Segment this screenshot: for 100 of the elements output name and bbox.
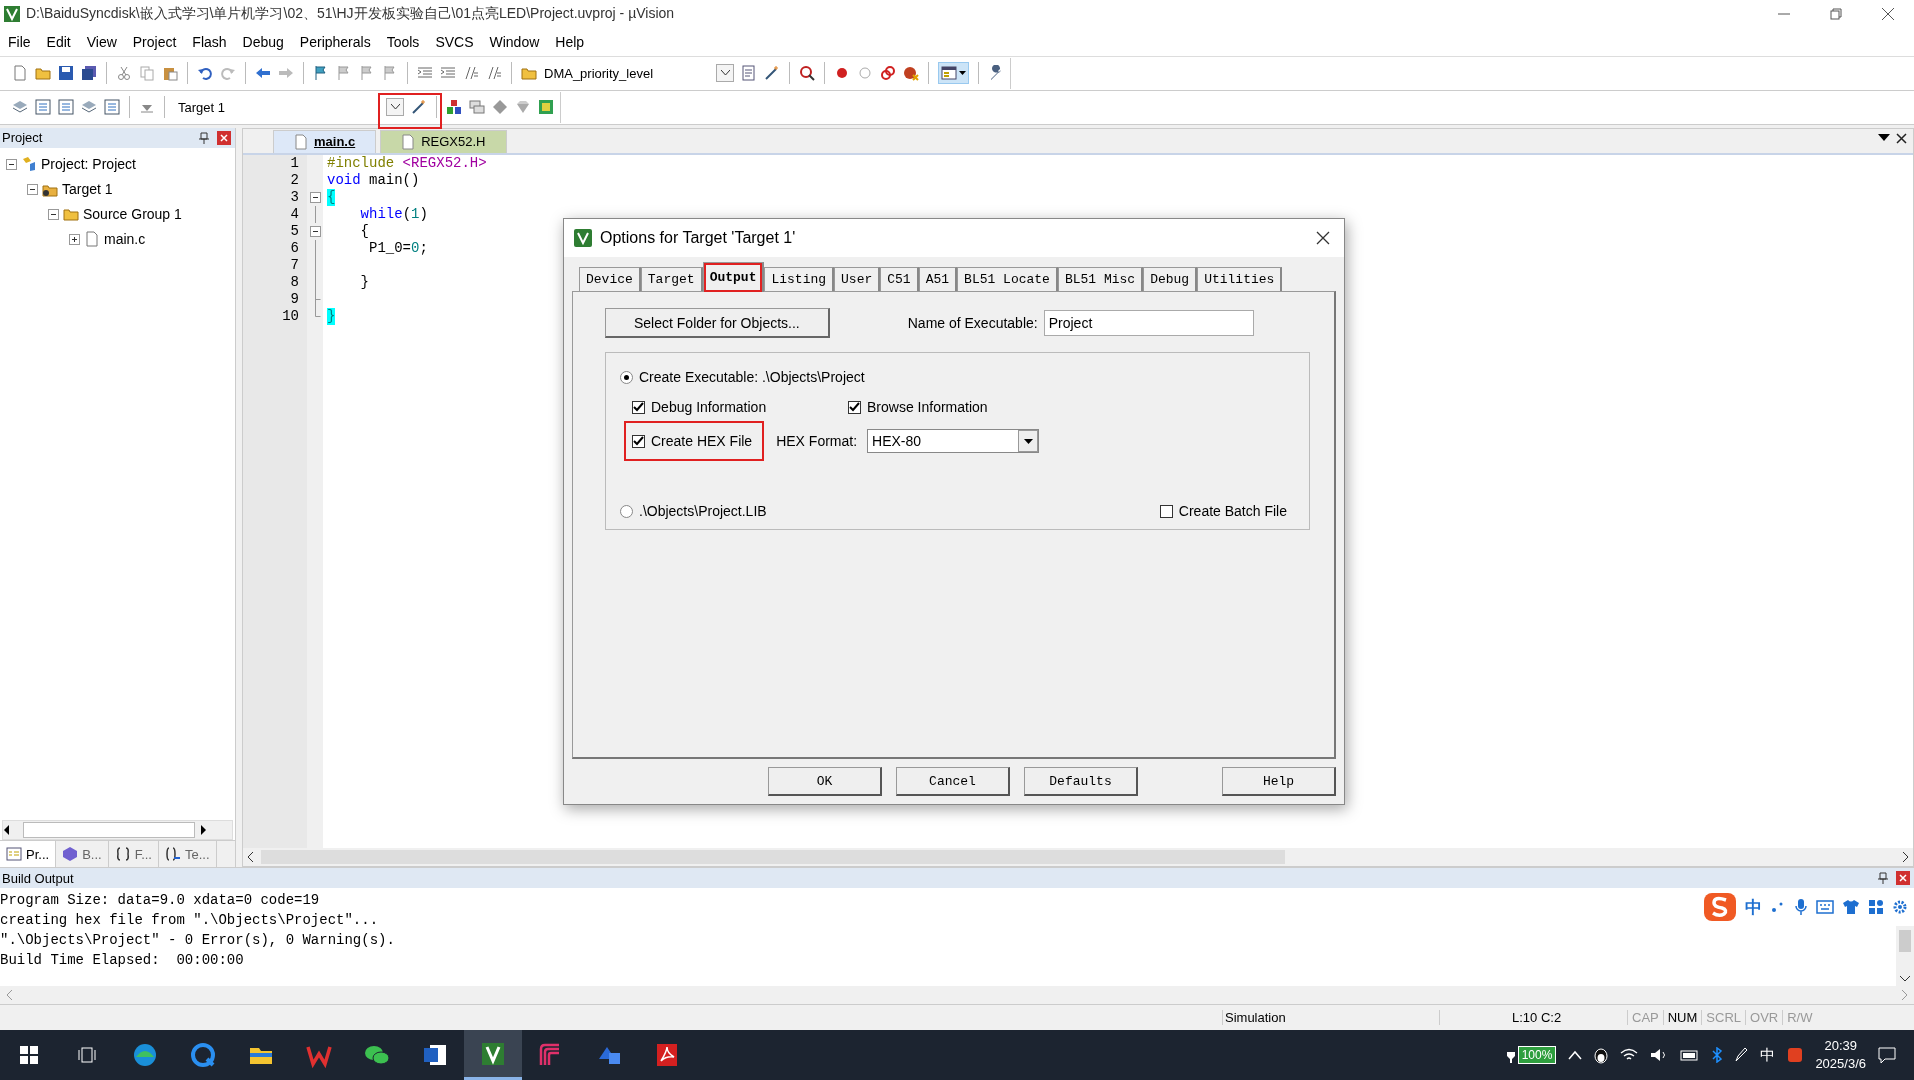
dialog-button[interactable]: OK (768, 767, 882, 796)
wand-icon[interactable] (764, 65, 780, 82)
keyboard-icon[interactable] (1816, 900, 1834, 915)
checkbox[interactable] (632, 434, 645, 448)
input-method[interactable]: 中 (1760, 1045, 1776, 1065)
tree-item[interactable]: Target 1 (62, 181, 113, 198)
collapse-icon[interactable] (309, 225, 321, 237)
wifi-icon[interactable] (1620, 1048, 1639, 1062)
settings-icon[interactable] (1892, 899, 1908, 916)
scrollbar[interactable] (1896, 926, 1914, 987)
checkbox[interactable] (848, 400, 861, 414)
pen-icon[interactable] (1734, 1047, 1749, 1063)
dialog-tab[interactable]: C51 (880, 267, 919, 291)
menu-item[interactable]: SVCS (427, 33, 482, 50)
collapse-icon[interactable] (6, 158, 17, 170)
dropdown-icon[interactable] (1878, 134, 1890, 143)
checkbox-label[interactable]: Browse Information (867, 399, 988, 415)
penguin-icon[interactable] (1594, 1046, 1609, 1064)
panel-tab[interactable]: Pr... (0, 841, 57, 868)
wand-icon[interactable] (411, 99, 427, 116)
editor-tab[interactable]: REGX52.H (380, 129, 507, 153)
close-icon[interactable] (1880, 5, 1896, 22)
floppy-disks-icon[interactable] (81, 65, 97, 82)
pin-icon[interactable] (1878, 872, 1888, 885)
function-combo[interactable]: DMA_priority_level (544, 62, 709, 85)
battery-icon[interactable] (1680, 1049, 1701, 1061)
dialog-tab[interactable]: BL51 Misc (1057, 267, 1144, 291)
dialog-button[interactable]: Cancel (896, 767, 1010, 796)
tree-item[interactable]: Project: Project (41, 156, 136, 173)
editor-tab[interactable]: main.c (273, 129, 377, 153)
folder-icon[interactable] (521, 65, 537, 82)
collapse-icon[interactable] (309, 191, 321, 203)
right-arrow-icon[interactable] (199, 825, 207, 836)
radio-label[interactable]: .\Objects\Project.LIB (639, 503, 767, 519)
windows-stack-icon[interactable] (469, 99, 485, 116)
right-chevron-icon[interactable] (1901, 852, 1909, 863)
left-arrow-icon[interactable] (3, 825, 11, 836)
dialog-tab[interactable]: A51 (918, 267, 958, 291)
flag-icon[interactable] (313, 65, 329, 82)
slashes-icon[interactable] (463, 65, 479, 82)
clock-time[interactable]: 20:39 (1824, 1037, 1857, 1055)
checkbox[interactable] (1159, 504, 1173, 518)
window-dropdown-button[interactable] (938, 62, 969, 85)
dialog-tab[interactable]: Target (640, 267, 703, 291)
dialog-button[interactable]: Help (1222, 767, 1336, 796)
radio-label[interactable]: Create Executable: .\Objects\Project (639, 369, 865, 385)
collapse-icon[interactable] (48, 208, 59, 220)
pin-icon[interactable] (199, 131, 209, 144)
left-chevron-icon[interactable] (247, 852, 255, 863)
checkbox[interactable] (632, 400, 645, 414)
executable-name-field[interactable]: Project (1043, 310, 1254, 336)
dropdown-arrow-icon[interactable] (1023, 438, 1033, 444)
dialog-tab[interactable]: Listing (764, 267, 835, 291)
down-chevron-icon[interactable] (1900, 976, 1910, 983)
collapse-icon[interactable] (27, 183, 38, 195)
undo-icon[interactable] (197, 65, 213, 82)
tree-item[interactable]: Source Group 1 (83, 206, 182, 223)
menu-item[interactable]: File (0, 33, 39, 50)
chip-icon[interactable] (538, 99, 554, 116)
ime-mode[interactable]: 中 (1745, 895, 1762, 919)
menu-item[interactable]: Peripherals (291, 33, 379, 50)
checkbox-label[interactable]: Create HEX File (651, 433, 753, 449)
dialog-tab[interactable]: Device (579, 267, 641, 291)
radio-button[interactable] (620, 370, 633, 384)
shirt-icon[interactable] (1842, 899, 1860, 916)
hex-format-dropdown[interactable]: HEX-80 (867, 429, 1040, 453)
dialog-tab[interactable]: BL51 Locate (957, 267, 1058, 291)
tree-item[interactable]: main.c (104, 231, 146, 248)
expand-icon[interactable] (69, 233, 80, 245)
folder-icon[interactable] (35, 65, 51, 82)
ime-logo-icon[interactable] (1703, 892, 1737, 923)
dialog-tab[interactable]: User (834, 267, 881, 291)
magnifier-icon[interactable] (799, 65, 815, 82)
menu-item[interactable]: View (78, 33, 125, 50)
menu-item[interactable]: Project (124, 33, 185, 50)
close-icon[interactable] (1316, 231, 1330, 245)
target-combo[interactable]: Target 1 (174, 96, 379, 119)
dialog-tab[interactable]: Utilities (1197, 267, 1283, 291)
diamond-icon[interactable] (492, 99, 508, 116)
menu-item[interactable]: Tools (378, 33, 428, 50)
close-icon[interactable] (1896, 132, 1907, 144)
clipboard-icon[interactable] (162, 65, 178, 82)
scrollbar[interactable] (2, 820, 233, 841)
tray-app-icon[interactable] (1787, 1047, 1804, 1063)
breakpoint-cross-icon[interactable] (903, 65, 919, 82)
menu-item[interactable]: Flash (184, 33, 235, 50)
menu-item[interactable]: Window (481, 33, 548, 50)
select-folder-button[interactable]: Select Folder for Objects... (605, 308, 830, 338)
checkbox-label[interactable]: Create Batch File (1178, 503, 1287, 519)
chevron-up-icon[interactable] (1568, 1050, 1583, 1060)
microphone-icon[interactable] (1794, 898, 1808, 917)
clock-date[interactable]: 2025/3/6 (1815, 1055, 1866, 1073)
scissors-icon[interactable] (116, 65, 132, 82)
dialog-tab[interactable]: Debug (1143, 267, 1198, 291)
slashes-icon[interactable] (486, 65, 502, 82)
dialog-button[interactable]: Defaults (1024, 767, 1138, 796)
linked-circles-icon[interactable] (880, 65, 896, 82)
menu-item[interactable]: Edit (38, 33, 79, 50)
bluetooth-icon[interactable] (1712, 1047, 1723, 1063)
dialog-tab[interactable]: Output (702, 262, 765, 292)
